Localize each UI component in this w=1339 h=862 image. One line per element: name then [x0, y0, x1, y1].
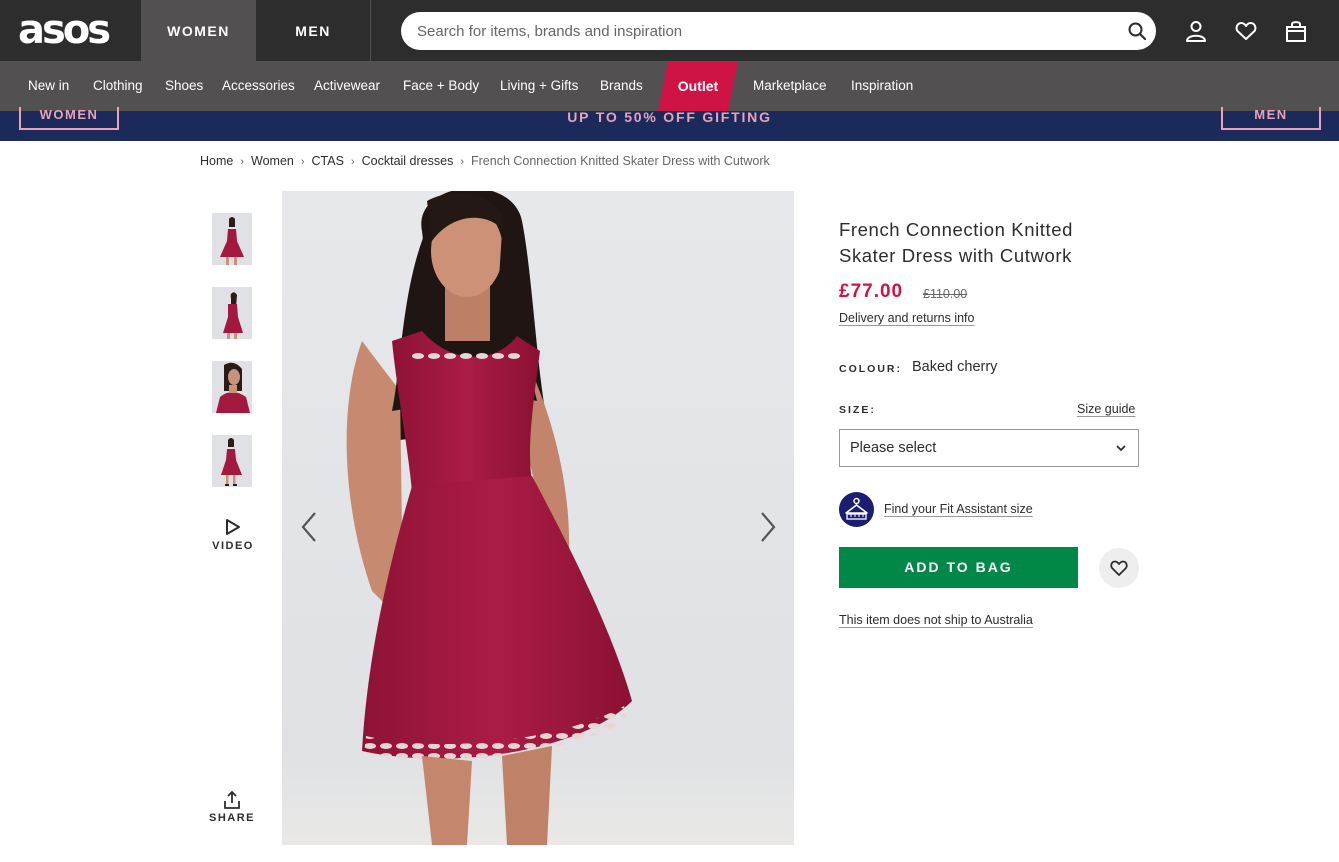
nav-item-shoes[interactable]: Shoes	[165, 61, 203, 111]
nav-item-outlet[interactable]: Outlet	[658, 61, 738, 111]
tab-men[interactable]: MEN	[256, 0, 371, 61]
nav-item-marketplace[interactable]: Marketplace	[753, 61, 827, 111]
nav-item-clothing[interactable]: Clothing	[93, 61, 143, 111]
thumbnail-2[interactable]	[212, 287, 252, 339]
video-label: VIDEO	[212, 540, 254, 552]
add-to-bag-button[interactable]: ADD TO BAG	[839, 547, 1078, 588]
shipping-restriction-note[interactable]: This item does not ship to Australia	[839, 613, 1033, 627]
product-photo	[282, 191, 794, 845]
fit-assistant-link[interactable]: Find your Fit Assistant size	[884, 502, 1033, 516]
top-header: asos WOMEN MEN	[0, 0, 1339, 61]
chevron-right-icon: ›	[460, 156, 464, 168]
nav-item-outlet-label: Outlet	[677, 78, 719, 94]
promo-text: UP TO 50% OFF GIFTING	[567, 109, 772, 125]
share-button[interactable]: SHARE	[206, 790, 258, 824]
size-label: SIZE:	[839, 404, 876, 416]
search-input[interactable]	[417, 12, 1107, 50]
breadcrumb-ctas[interactable]: CTAS	[312, 154, 344, 168]
thumbnail-1[interactable]	[212, 213, 252, 265]
nav-item-face-body[interactable]: Face + Body	[403, 61, 479, 111]
thumbnail-3[interactable]	[212, 361, 252, 413]
colour-value: Baked cherry	[912, 359, 998, 375]
breadcrumb-women[interactable]: Women	[251, 154, 294, 168]
bag-icon[interactable]	[1284, 19, 1308, 43]
save-for-later-button[interactable]	[1099, 548, 1139, 588]
product-main-image[interactable]	[282, 191, 794, 845]
breadcrumb: Home › Women › CTAS › Cocktail dresses › French …	[200, 154, 770, 168]
previous-image-arrow[interactable]	[297, 510, 321, 544]
asos-logo[interactable]: asos	[18, 10, 126, 50]
share-icon	[224, 790, 240, 809]
current-price: £77.00	[839, 281, 904, 302]
original-price: £110.00	[923, 287, 968, 301]
product-title-line-2: Skater Dress with Cutwork	[839, 245, 1072, 266]
size-dropdown[interactable]: Please select	[839, 429, 1139, 467]
chevron-down-icon	[1116, 445, 1126, 452]
breadcrumb-current: French Connection Knitted Skater Dress w…	[471, 154, 770, 168]
play-icon	[226, 519, 240, 535]
promo-banner[interactable]: WOMEN UP TO 50% OFF GIFTING MEN	[0, 107, 1339, 141]
size-guide-link[interactable]: Size guide	[1077, 402, 1135, 416]
nav-item-activewear[interactable]: Activewear	[314, 61, 380, 111]
hanger-icon	[845, 497, 868, 520]
account-icon[interactable]	[1184, 19, 1208, 43]
product-title-line-1: French Connection Knitted	[839, 219, 1074, 240]
search-bar	[401, 12, 1156, 50]
nav-item-living-gifts[interactable]: Living + Gifts	[500, 61, 578, 111]
category-nav: New in Clothing Shoes Accessories Active…	[0, 61, 1339, 111]
nav-item-brands[interactable]: Brands	[600, 61, 643, 111]
tab-women[interactable]: WOMEN	[141, 0, 256, 61]
colour-label: COLOUR:	[839, 363, 902, 375]
search-icon[interactable]	[1127, 21, 1147, 41]
promo-men-button[interactable]: MEN	[1221, 107, 1321, 130]
delivery-returns-link[interactable]: Delivery and returns info	[839, 311, 974, 325]
saved-items-icon[interactable]	[1234, 19, 1258, 43]
chevron-right-icon: ›	[350, 156, 355, 168]
video-button[interactable]: VIDEO	[206, 518, 260, 552]
heart-icon	[1110, 560, 1128, 576]
chevron-right-icon: ›	[300, 156, 305, 168]
next-image-arrow[interactable]	[756, 510, 780, 544]
chevron-right-icon: ›	[240, 156, 245, 168]
product-title: French Connection Knitted Skater Dress w…	[839, 217, 1139, 269]
size-dropdown-value: Please select	[850, 440, 937, 456]
thumbnail-4[interactable]	[212, 435, 252, 487]
fit-assistant-icon[interactable]	[839, 492, 874, 527]
share-label: SHARE	[208, 812, 255, 824]
breadcrumb-home[interactable]: Home	[200, 154, 233, 168]
breadcrumb-cocktail-dresses[interactable]: Cocktail dresses	[362, 154, 454, 168]
nav-item-new-in[interactable]: New in	[28, 61, 69, 111]
nav-item-inspiration[interactable]: Inspiration	[851, 61, 913, 111]
nav-item-accessories[interactable]: Accessories	[222, 61, 295, 111]
